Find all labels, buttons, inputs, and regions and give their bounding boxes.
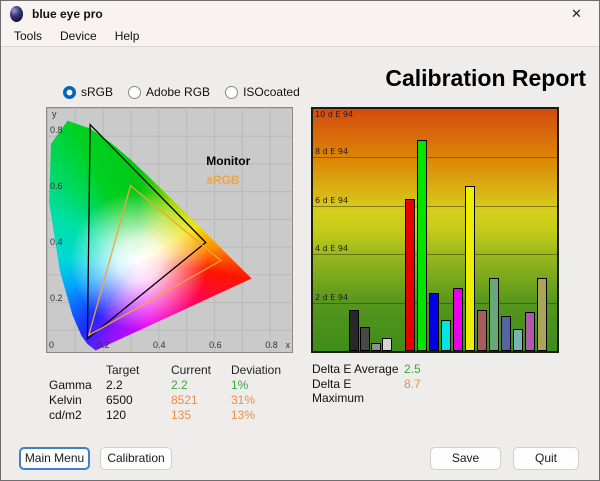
deviation-value: 1% xyxy=(231,378,249,392)
gamut-triangles xyxy=(86,123,223,341)
delta-e-average-label: Delta E Average xyxy=(312,362,399,376)
gamut-triangle-monitor xyxy=(86,123,207,341)
cie-x-tick: 0 xyxy=(49,340,55,350)
deviation-value: 31% xyxy=(231,393,256,407)
bar-yellow xyxy=(465,186,475,351)
gamut-triangle-srgb xyxy=(87,184,223,337)
bar-dark-gray xyxy=(360,326,370,351)
bar-red xyxy=(405,198,415,351)
bar-gray xyxy=(371,342,381,351)
delta-e-maximum-label: Delta E Maximum xyxy=(312,377,365,405)
cie-y-tick: 0.4 xyxy=(50,237,63,248)
radio-icon[interactable] xyxy=(128,85,142,99)
radio-icon[interactable] xyxy=(63,85,76,99)
page-title: Calibration Report xyxy=(385,65,586,91)
blue-eye-app-icon xyxy=(10,5,23,22)
radio-label: Adobe RGB xyxy=(146,85,211,99)
bar-teal xyxy=(513,329,523,351)
bar-orchid xyxy=(525,312,535,351)
bar-light-gray xyxy=(382,337,392,351)
delta-e-maximum-value: 8.7 xyxy=(404,377,421,391)
radio-label: sRGB xyxy=(81,85,114,99)
close-icon[interactable]: ✕ xyxy=(554,1,599,26)
bar-black xyxy=(349,309,359,351)
radio-label: ISOcoated xyxy=(243,85,300,99)
profile-radio-group: sRGB Adobe RGB ISOcoated xyxy=(63,85,300,99)
bar-slate-blue xyxy=(501,315,511,351)
delta-e-summary: Delta E Average 2.5 Delta E Maximum 8.7 xyxy=(312,362,421,405)
cie-x-tick: 0.6 xyxy=(209,340,222,350)
radio-option-isocoated[interactable]: ISOcoated xyxy=(225,85,300,99)
cie-x-tick: 0.4 xyxy=(153,340,166,350)
main-menu-button[interactable]: Main Menu xyxy=(19,447,90,470)
quit-button[interactable]: Quit xyxy=(513,447,579,470)
cie-x-axis-label: x xyxy=(285,340,291,350)
cie-y-tick: 0.2 xyxy=(50,293,63,304)
window-title: blue eye pro xyxy=(32,6,103,21)
row-label: Kelvin xyxy=(49,393,82,407)
cie-chromaticity-diagram: y x 0 0.2 0.4 0.6 0.8 0.2 0.4 0.6 0.8 Monitor sRG… xyxy=(46,107,293,353)
target-value: 120 xyxy=(106,408,127,422)
chart-bars xyxy=(313,109,557,351)
bar-brown xyxy=(477,309,487,351)
current-value: 8521 xyxy=(171,393,198,407)
measurement-table: Target Current Deviation Gamma 2.2 2.2 1% Ke… xyxy=(49,363,301,423)
save-button[interactable]: Save xyxy=(430,447,501,470)
menu-item-device[interactable]: Device xyxy=(51,27,106,45)
row-label: cd/m2 xyxy=(49,408,82,422)
cie-y-axis-label: y xyxy=(52,109,57,119)
delta-e-average-value: 2.5 xyxy=(404,362,421,376)
current-value: 135 xyxy=(171,408,192,422)
current-value: 2.2 xyxy=(171,378,188,392)
app-window: blue eye pro ✕ Tools Device Help sRGB Adobe… xyxy=(0,0,600,481)
col-header-current: Current xyxy=(171,363,212,377)
col-header-deviation: Deviation xyxy=(231,363,282,377)
menu-bar: Tools Device Help xyxy=(1,26,599,47)
bar-cyan xyxy=(441,319,451,351)
menu-item-tools[interactable]: Tools xyxy=(5,27,51,45)
radio-option-adobe-rgb[interactable]: Adobe RGB xyxy=(128,85,210,99)
bar-magenta xyxy=(453,288,463,351)
title-bar: blue eye pro ✕ xyxy=(1,1,599,26)
bar-blue xyxy=(429,292,439,351)
radio-icon[interactable] xyxy=(225,85,239,99)
table-corner xyxy=(49,363,106,378)
legend-monitor: Monitor xyxy=(206,154,251,169)
radio-option-srgb[interactable]: sRGB xyxy=(63,85,113,99)
cie-y-tick: 0.6 xyxy=(50,181,63,192)
cie-y-tick: 0.8 xyxy=(50,125,63,136)
row-label: Gamma xyxy=(49,378,92,392)
deviation-value: 13% xyxy=(231,408,256,422)
target-value: 2.2 xyxy=(106,378,123,392)
bar-sea-green xyxy=(489,278,499,351)
col-header-target: Target xyxy=(106,363,140,377)
target-value: 6500 xyxy=(106,393,133,407)
menu-item-help[interactable]: Help xyxy=(106,27,149,45)
legend-srgb: sRGB xyxy=(206,172,240,187)
bar-khaki xyxy=(537,278,547,351)
calibration-button[interactable]: Calibration xyxy=(100,447,172,470)
bar-green xyxy=(417,140,427,351)
cie-x-tick: 0.8 xyxy=(265,340,278,350)
cie-x-tick: 0.2 xyxy=(96,340,110,350)
delta-e-bar-chart: 10 d E 94 8 d E 94 6 d E 94 4 d E 94 2 d E 9… xyxy=(311,107,559,353)
